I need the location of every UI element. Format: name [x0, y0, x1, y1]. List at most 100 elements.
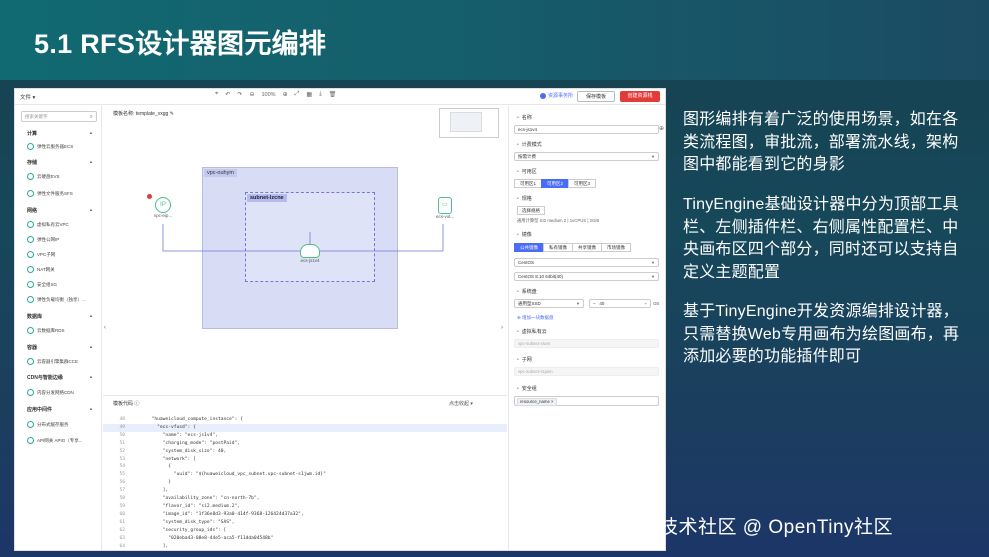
grid-icon[interactable]: ▦ [306, 91, 312, 98]
os-select[interactable]: CentOS ▼ [514, 258, 659, 267]
disk-type-select[interactable]: 通用型SSD ▼ [514, 299, 584, 308]
minus-icon[interactable]: − [593, 301, 596, 306]
billing-select[interactable]: 按需计费 ▼ [514, 152, 659, 161]
os-version-select[interactable]: CentOS 8.10 64bit(40) ▼ [514, 272, 659, 281]
line-number: 59 [119, 503, 125, 509]
chevron-up-icon: ▲ [89, 130, 93, 135]
line-number: 64 [119, 543, 125, 549]
cloud-server-icon [300, 244, 320, 258]
category-storage[interactable]: 存储 ▲ [27, 159, 93, 166]
refresh-icon[interactable]: ⊕ [659, 125, 664, 132]
list-item[interactable]: API网关 APIG（专享... [27, 437, 83, 444]
redo-icon[interactable]: ↷ [237, 91, 242, 98]
drawing-canvas[interactable]: 模板名称: template_vxgg ✎ ‹ › vpc-ouhym subn… [103, 106, 507, 395]
list-item[interactable]: 安全组SG [27, 281, 57, 288]
select-spec-button[interactable]: 选择规格 [517, 206, 545, 215]
name-field[interactable]: ecs-js1v4 [514, 125, 659, 134]
save-template-button[interactable]: 保存模板 [577, 91, 615, 102]
az-option-2[interactable]: 可用区2 [541, 179, 570, 188]
list-item[interactable]: 云容器引擎集群CCE [27, 358, 78, 365]
az-button-group: 可用区1 可用区2 可用区3 [514, 179, 597, 188]
category-database[interactable]: 数据库 ▲ [27, 313, 93, 320]
image-label: • 镜像 [517, 232, 532, 238]
sg-tag[interactable]: resource_name × [517, 398, 557, 406]
category-cdn[interactable]: CDN与智能边缘 ▲ [27, 374, 93, 381]
category-container[interactable]: 容器 ▲ [27, 344, 93, 351]
code-text: "network": [ [135, 456, 196, 462]
eip-node-label: vpc-eip... [153, 213, 173, 218]
code-text: "flavor_id": "si2.medium.2", [135, 503, 241, 509]
security-group-select[interactable]: resource_name × [514, 396, 659, 406]
chevron-down-icon: ▼ [651, 154, 655, 159]
required-marker: • [517, 289, 519, 295]
evs-node[interactable]: ▭ ecs-vol... [430, 197, 460, 219]
slide-title: 5.1 RFS设计器图元编排 [34, 29, 327, 59]
list-item[interactable]: 内容分发网络CDN [27, 389, 74, 396]
code-text: "security_group_ids": [ [135, 527, 227, 533]
code-text: "name": "ecs-js1v4", [135, 432, 218, 438]
zoom-in-icon[interactable]: ⊕ [283, 91, 288, 98]
category-network[interactable]: 网络 ▲ [27, 207, 93, 214]
template-code-panel: 模板代码 ⓘ 点击收起 ▾ 48 "huaweicloud_compute_in… [103, 395, 507, 550]
tab-private-image[interactable]: 私有镜像 [543, 243, 573, 252]
search-placeholder: 搜索关键字 [25, 114, 48, 119]
apig-icon [27, 437, 34, 444]
az-option-1[interactable]: 可用区1 [514, 179, 543, 188]
create-stack-button[interactable]: 创建资源栈 [620, 91, 660, 102]
code-line: 62 "security_group_ids": [ [103, 527, 507, 535]
badge-label: 资源事务所 [548, 93, 574, 99]
subnet-field-label: • 子网 [517, 357, 532, 363]
list-item[interactable]: NAT网关 [27, 266, 55, 273]
select-tool-icon[interactable]: ⌖ [215, 91, 218, 98]
list-item[interactable]: 弹性云服务器ECS [27, 143, 73, 150]
delete-icon[interactable]: 🗑 [329, 91, 337, 98]
fit-view-icon[interactable]: ⤢ [295, 91, 300, 98]
resource-badge[interactable]: 资源事务所 [540, 92, 573, 99]
category-compute[interactable]: 计算 ▲ [27, 130, 93, 137]
undo-icon[interactable]: ↶ [225, 91, 230, 98]
search-input[interactable]: 搜索关键字 ⌕ [21, 111, 97, 122]
cce-icon [27, 358, 34, 365]
sg-label: • 安全组 [517, 386, 537, 392]
list-item[interactable]: 弹性公网IP [27, 236, 59, 243]
designer-screenshot: 文件 ▾ ⌖ ↶ ↷ ⊖ 100% ⊕ ⤢ ▦ ⤓ 🗑 资源事务所 保存模板 创… [14, 88, 666, 551]
badge-icon [540, 92, 546, 99]
required-marker: • [517, 232, 519, 238]
spec-label: • 规格 [517, 196, 532, 202]
code-text: "system_disk_size": 40, [135, 448, 227, 454]
add-data-disk-link[interactable]: ⊕ 增加一块数据盘 [517, 315, 554, 321]
cdn-icon [27, 389, 34, 396]
list-item[interactable]: 云硬盘EVS [27, 173, 60, 180]
list-item[interactable]: 分布式缓存服务 [27, 421, 69, 428]
az-option-3[interactable]: 可用区3 [568, 179, 597, 188]
line-number: 51 [119, 440, 125, 446]
list-item[interactable]: 虚拟私有云VPC [27, 221, 69, 228]
line-number: 63 [119, 535, 125, 541]
download-icon[interactable]: ⤓ [319, 91, 322, 98]
file-menu[interactable]: 文件 ▾ [20, 93, 35, 101]
required-marker: • [517, 386, 519, 392]
list-item[interactable]: VPC子网 [27, 251, 55, 258]
list-item[interactable]: 弹性文件服务SFS [27, 190, 73, 197]
collapse-code-toggle[interactable]: 点击收起 ▾ [449, 400, 473, 407]
eip-node[interactable]: IP vpc-eip... [147, 194, 178, 218]
disk-size-stepper[interactable]: − 40 + [589, 299, 651, 308]
rds-icon [27, 327, 34, 334]
chevron-up-icon: ▲ [89, 159, 93, 164]
code-text: "charging_mode": "postPaid", [135, 440, 241, 446]
eip-icon: IP [155, 197, 171, 213]
plus-icon[interactable]: + [645, 300, 647, 308]
ecs-icon [27, 143, 34, 150]
zoom-out-icon[interactable]: ⊖ [249, 91, 254, 98]
tab-shared-image[interactable]: 共享镜像 [572, 243, 602, 252]
list-item[interactable]: 弹性负载均衡（独享）... [27, 296, 86, 303]
code-editor[interactable]: 48 "huaweicloud_compute_instance": {49 "… [103, 416, 507, 550]
ecs-node[interactable]: ecs-js1v4 [291, 244, 329, 263]
list-item[interactable]: 云数据库RDS [27, 327, 65, 334]
eip-icon [27, 236, 34, 243]
line-number: 54 [119, 464, 125, 470]
line-number: 62 [119, 527, 125, 533]
tab-public-image[interactable]: 公共镜像 [514, 243, 544, 252]
tab-market-image[interactable]: 市场镜像 [601, 243, 631, 252]
category-middleware[interactable]: 应用中间件 ▲ [27, 406, 93, 413]
